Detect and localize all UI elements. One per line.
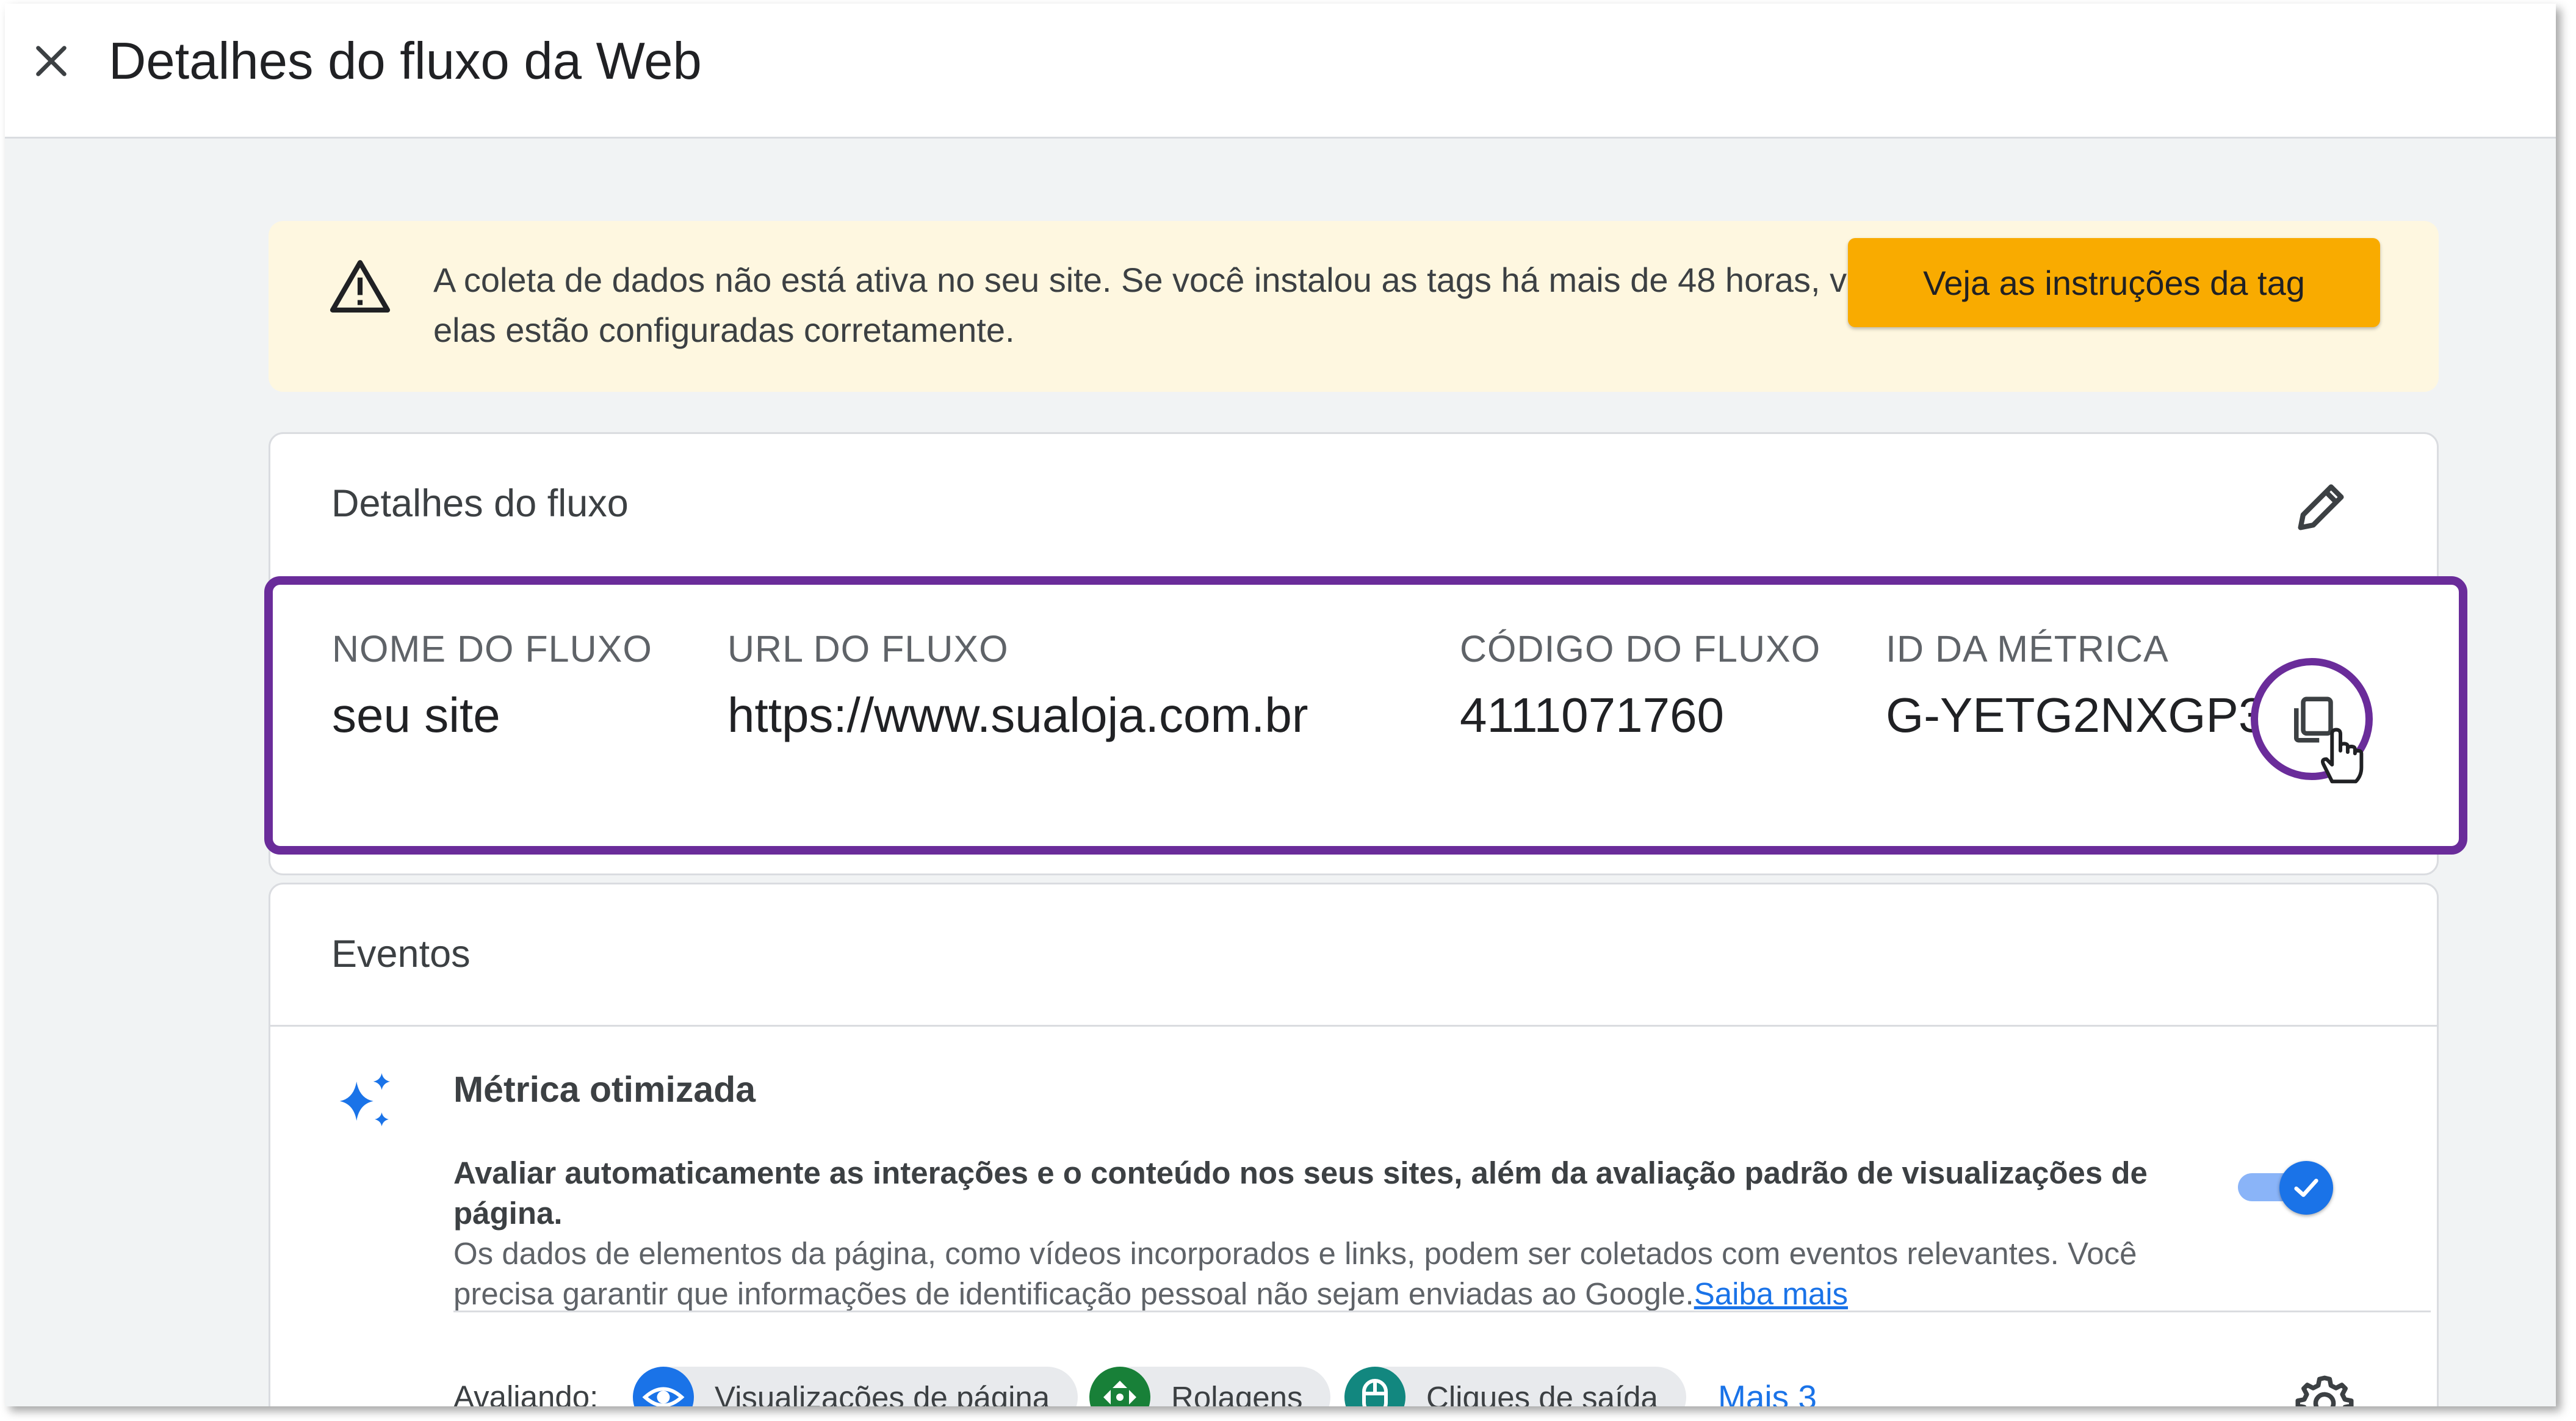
tag-instructions-button[interactable]: Veja as instruções da tag [1848, 238, 2380, 327]
chip-scrolls[interactable]: Rolagens [1089, 1367, 1331, 1407]
data-collection-warning-banner: A coleta de dados não está ativa no seu … [269, 221, 2439, 392]
warning-icon [330, 260, 391, 313]
top-bar: Detalhes do fluxo da Web [5, 4, 2556, 139]
scroll-icon [1089, 1367, 1150, 1406]
measurement-id-label: ID DA MÉTRICA [1886, 628, 2169, 670]
events-separator [453, 1311, 2431, 1312]
stream-url-value: https://www.sualoja.com.br [727, 688, 1308, 742]
measurement-id-value: G-YETG2NXGP3 [1886, 688, 2266, 742]
stream-id-label: CÓDIGO DO FLUXO [1460, 628, 1821, 670]
enhanced-measurement-title: Métrica otimizada [453, 1069, 756, 1110]
more-events-link[interactable]: Mais 3 [1718, 1378, 1817, 1406]
chip-page-views[interactable]: Visualizações de página [633, 1367, 1078, 1406]
close-button[interactable] [21, 31, 82, 92]
chip-page-views-label: Visualizações de página [715, 1379, 1050, 1407]
eye-icon [633, 1367, 694, 1406]
chip-outbound-clicks-label: Cliques de saída [1426, 1379, 1658, 1407]
stream-id-value: 4111071760 [1460, 688, 1725, 742]
sparkle-icon [339, 1073, 391, 1127]
stream-url-label: URL DO FLUXO [727, 628, 1009, 670]
enhanced-measurement-description: Avaliar automaticamente as interações e … [453, 1153, 2211, 1314]
measuring-label: Avaliando: [453, 1379, 599, 1406]
toggle-knob [2279, 1161, 2333, 1215]
chip-outbound-clicks[interactable]: Cliques de saída [1344, 1367, 1686, 1406]
stream-name-column: NOME DO FLUXO seu site [332, 627, 652, 743]
enhanced-measurement-toggle[interactable] [2238, 1156, 2336, 1217]
stream-name-value: seu site [332, 688, 500, 742]
copy-measurement-id-button[interactable] [2251, 658, 2373, 784]
learn-more-link[interactable]: Saiba mais [1694, 1276, 1848, 1311]
page-title: Detalhes do fluxo da Web [109, 32, 702, 90]
pencil-icon[interactable] [2290, 477, 2351, 538]
close-icon [36, 46, 67, 76]
stream-id-column: CÓDIGO DO FLUXO 4111071760 [1460, 627, 1820, 743]
events-title: Eventos [331, 933, 471, 975]
gear-icon[interactable] [2294, 1373, 2355, 1406]
enhanced-measurement-detail: Os dados de elementos da página, como ví… [453, 1236, 2137, 1311]
mouse-icon [1344, 1367, 1405, 1406]
warning-text: A coleta de dados não está ativa no seu … [433, 261, 2005, 349]
check-icon [2294, 1179, 2318, 1197]
hand-cursor-icon [2321, 728, 2364, 784]
stream-details-title: Detalhes do fluxo [331, 482, 629, 525]
stream-info-highlight: NOME DO FLUXO seu site URL DO FLUXO http… [264, 576, 2467, 855]
events-divider [270, 1025, 2437, 1027]
events-card: Eventos Métrica otimizada Avaliar automa… [269, 883, 2439, 1406]
web-stream-details-panel: Detalhes do fluxo da Web A coleta de dad… [5, 4, 2556, 1406]
measurement-id-column: ID DA MÉTRICA G-YETG2NXGP3 [1886, 627, 2265, 743]
chip-scrolls-label: Rolagens [1171, 1379, 1303, 1407]
enhanced-measurement-summary: Avaliar automaticamente as interações e … [453, 1155, 2148, 1231]
stream-name-label: NOME DO FLUXO [332, 628, 652, 670]
stream-url-column: URL DO FLUXO https://www.sualoja.com.br [727, 627, 1308, 743]
